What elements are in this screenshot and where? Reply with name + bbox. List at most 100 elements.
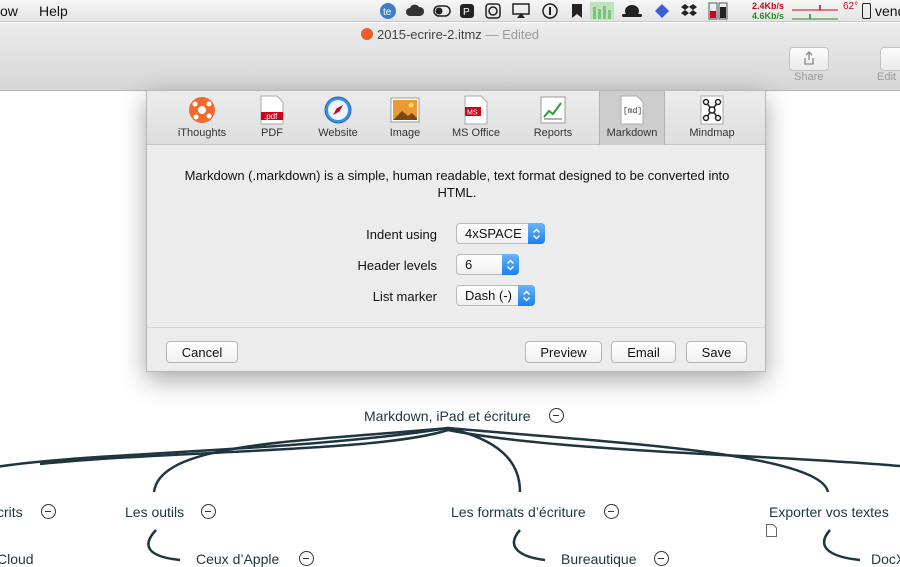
dropbox-icon[interactable] bbox=[678, 2, 700, 20]
header-levels-label: Header levels bbox=[357, 258, 438, 273]
email-button[interactable]: Email bbox=[611, 341, 676, 363]
tab-label: Image bbox=[389, 127, 421, 139]
tab-mindmap[interactable]: Mindmap bbox=[683, 91, 741, 145]
airplay-icon[interactable] bbox=[510, 2, 532, 20]
edit-button[interactable] bbox=[880, 47, 900, 71]
export-dialog: iThoughts .pdf PDF Website Image MS MS O… bbox=[146, 90, 766, 372]
compass-icon bbox=[323, 95, 353, 125]
collapse-icon[interactable] bbox=[654, 551, 669, 566]
share-button[interactable] bbox=[789, 47, 829, 71]
tab-website[interactable]: Website bbox=[307, 91, 369, 145]
share-icon bbox=[803, 50, 815, 68]
share-label: Share bbox=[794, 71, 824, 83]
cpu-meter-icon[interactable] bbox=[590, 2, 614, 20]
list-marker-label: List marker bbox=[372, 289, 437, 304]
edit-label: Edit bbox=[877, 71, 896, 83]
net-download-rate: 4.6Kb/s bbox=[752, 11, 785, 21]
ithoughts-icon bbox=[187, 95, 217, 125]
tab-label: PDF bbox=[261, 127, 283, 139]
indent-value: 4xSPACE bbox=[465, 226, 522, 241]
dialog-divider bbox=[147, 327, 765, 328]
menubar-clock[interactable]: vend bbox=[875, 3, 900, 19]
collapse-icon[interactable] bbox=[41, 504, 56, 519]
temperature-readout[interactable]: 62° bbox=[843, 1, 858, 12]
header-levels-value: 6 bbox=[465, 257, 473, 272]
timer-icon[interactable] bbox=[484, 2, 502, 20]
chevron-updown-icon bbox=[528, 223, 545, 244]
edited-status: Edited bbox=[502, 27, 539, 42]
indent-select[interactable]: 4xSPACE bbox=[456, 223, 545, 244]
tab-markdown[interactable]: [md] Markdown bbox=[599, 91, 665, 145]
toggle-icon[interactable] bbox=[432, 2, 452, 20]
mindmap-branch-node[interactable]: crits bbox=[0, 504, 23, 520]
tab-reports[interactable]: Reports bbox=[523, 91, 583, 145]
mindmap-sub-node[interactable]: DocX bbox=[871, 551, 900, 567]
mindmap-icon bbox=[697, 95, 727, 125]
menu-help[interactable]: Help bbox=[39, 3, 68, 19]
list-marker-value: Dash (-) bbox=[465, 288, 512, 303]
tab-image[interactable]: Image bbox=[379, 91, 431, 145]
phone-icon[interactable] bbox=[860, 2, 872, 20]
tab-pdf[interactable]: .pdf PDF bbox=[247, 91, 297, 145]
collapse-icon[interactable] bbox=[201, 504, 216, 519]
tab-label: Website bbox=[318, 127, 358, 139]
format-description: Markdown (.markdown) is a simple, human … bbox=[184, 168, 730, 200]
tab-label: Reports bbox=[533, 127, 573, 139]
collapse-icon[interactable] bbox=[299, 551, 314, 566]
ithoughts-document-icon bbox=[361, 28, 374, 40]
export-format-tabs: iThoughts .pdf PDF Website Image MS MS O… bbox=[147, 91, 765, 145]
mindmap-sub-node[interactable]: Ceux d’Apple bbox=[196, 551, 279, 567]
ms-badge-text: MS bbox=[467, 110, 478, 117]
tab-label: iThoughts bbox=[177, 127, 227, 139]
window-title: 2015-ecrire-2.itmz — Edited bbox=[0, 27, 900, 42]
menu-bar: ow Help te P 2.4Kb/s 4.6Kb/s 62° ven bbox=[0, 0, 900, 22]
cancel-button[interactable]: Cancel bbox=[166, 341, 238, 363]
preview-button[interactable]: Preview bbox=[525, 341, 602, 363]
collapse-icon[interactable] bbox=[604, 504, 619, 519]
header-levels-select[interactable]: 6 bbox=[456, 254, 519, 275]
hat-icon[interactable] bbox=[620, 2, 644, 20]
markdown-icon: [md] bbox=[617, 95, 647, 125]
svg-text:te: te bbox=[383, 7, 392, 18]
pastebot-icon[interactable]: P bbox=[458, 2, 476, 20]
title-separator: — bbox=[485, 27, 499, 42]
info-icon[interactable] bbox=[540, 2, 560, 20]
net-upload-rate: 2.4Kb/s bbox=[752, 1, 785, 11]
collapse-icon[interactable] bbox=[549, 408, 564, 423]
tab-label: Mindmap bbox=[689, 127, 735, 139]
mindmap-root-node[interactable]: Markdown, iPad et écriture bbox=[364, 408, 531, 424]
mindmap-branch-node[interactable]: Les outils bbox=[125, 504, 184, 520]
window-toolbar: 2015-ecrire-2.itmz — Edited Share Edit bbox=[0, 23, 900, 91]
net-graph-icon bbox=[792, 5, 838, 20]
svg-text:P: P bbox=[463, 7, 470, 18]
mindmap-sub-node[interactable]: Cloud bbox=[0, 551, 34, 567]
tab-ms-office[interactable]: MS MS Office bbox=[443, 91, 509, 145]
cloud-icon[interactable] bbox=[404, 2, 426, 20]
pdf-icon: .pdf bbox=[257, 95, 287, 125]
chevron-updown-icon bbox=[518, 285, 535, 306]
mindmap-branch-node[interactable]: Exporter vos textes bbox=[769, 504, 889, 520]
diamond-icon[interactable] bbox=[652, 2, 672, 20]
chevron-updown-icon bbox=[502, 254, 519, 275]
textexpander-icon[interactable]: te bbox=[378, 2, 398, 20]
chart-icon bbox=[538, 95, 568, 125]
document-name: 2015-ecrire-2.itmz bbox=[377, 27, 482, 42]
pdf-badge-text: .pdf bbox=[264, 112, 278, 121]
mindmap-connectors bbox=[0, 426, 900, 562]
image-icon bbox=[390, 95, 420, 125]
ms-office-icon: MS bbox=[461, 95, 491, 125]
mindmap-branch-node[interactable]: Les formats d’écriture bbox=[451, 504, 586, 520]
memory-meter-icon[interactable] bbox=[706, 2, 730, 20]
mindmap-sub-node[interactable]: Bureautique bbox=[561, 551, 637, 567]
tab-ithoughts[interactable]: iThoughts bbox=[167, 91, 237, 145]
indent-label: Indent using bbox=[366, 227, 437, 242]
note-icon[interactable] bbox=[766, 524, 777, 542]
menu-window[interactable]: ow bbox=[0, 3, 18, 19]
list-marker-select[interactable]: Dash (-) bbox=[456, 285, 535, 306]
md-badge-text: [md] bbox=[623, 107, 642, 116]
bookmark-icon[interactable] bbox=[568, 2, 586, 20]
tab-label: MS Office bbox=[451, 127, 501, 139]
tab-label: Markdown bbox=[606, 127, 658, 139]
network-monitor[interactable]: 2.4Kb/s 4.6Kb/s bbox=[752, 1, 784, 21]
save-button[interactable]: Save bbox=[686, 341, 747, 363]
